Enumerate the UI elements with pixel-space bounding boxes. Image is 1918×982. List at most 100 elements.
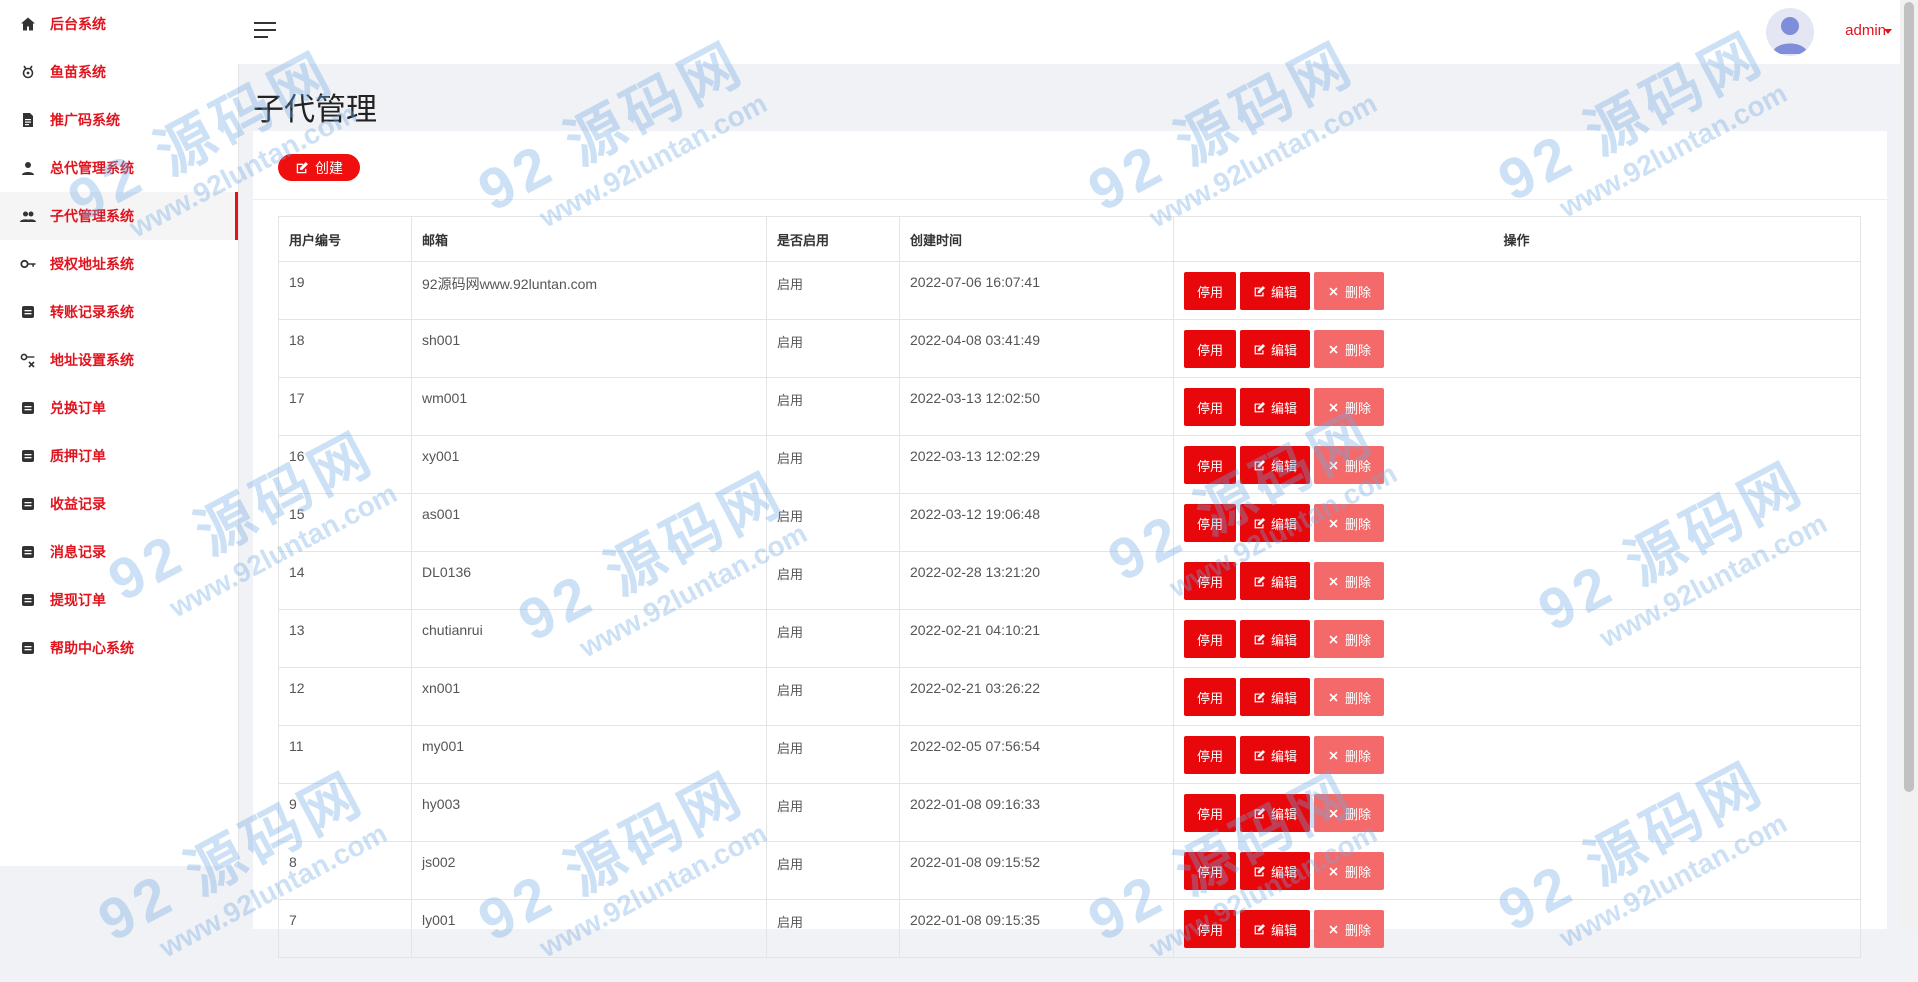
close-icon: [1329, 750, 1338, 760]
disable-button[interactable]: 停用: [1184, 910, 1237, 948]
cell-created: 2022-02-21 03:26:22: [899, 667, 1174, 726]
delete-button[interactable]: 删除: [1314, 272, 1385, 310]
edit-button[interactable]: 编辑: [1240, 910, 1311, 948]
page-title: 子代管理: [253, 92, 377, 127]
edit-button[interactable]: 编辑: [1240, 852, 1311, 890]
disable-button[interactable]: 停用: [1184, 504, 1237, 542]
edit-button[interactable]: 编辑: [1240, 736, 1311, 774]
sidebar-item-12[interactable]: 提现订单: [0, 576, 238, 624]
edit-button-label: 编辑: [1271, 632, 1298, 648]
close-icon: [1329, 866, 1338, 876]
cell-created: 2022-03-13 12:02:29: [899, 435, 1174, 494]
delete-button-label: 删除: [1345, 690, 1372, 706]
create-button[interactable]: 创建: [278, 154, 360, 181]
sidebar-item-0[interactable]: 后台系统: [0, 0, 238, 48]
edit-button[interactable]: 编辑: [1240, 388, 1311, 426]
sub-agent-table: 用户编号 邮箱 是否启用 创建时间 操作 19 92源码网www.92luntan…: [278, 216, 1861, 958]
disable-button[interactable]: 停用: [1184, 272, 1237, 310]
table-row: 14 DL0136 启用 2022-02-28 13:21:20 停用 编辑 删除: [278, 551, 1861, 610]
cell-id: 19: [278, 261, 412, 320]
disable-button[interactable]: 停用: [1184, 330, 1237, 368]
disable-button[interactable]: 停用: [1184, 852, 1237, 890]
disable-button[interactable]: 停用: [1184, 446, 1237, 484]
table-row: 13 chutianrui 启用 2022-02-21 04:10:21 停用 编辑 删除: [278, 609, 1861, 668]
cell-created: 2022-07-06 16:07:41: [899, 261, 1174, 320]
sidebar-item-9[interactable]: 质押订单: [0, 432, 238, 480]
chevron-down-icon[interactable]: [1884, 29, 1892, 34]
delete-button[interactable]: 删除: [1314, 330, 1385, 368]
delete-button[interactable]: 删除: [1314, 678, 1385, 716]
list-icon: [20, 640, 36, 656]
cell-actions: 停用 编辑 删除: [1173, 261, 1861, 320]
scrollbar-thumb[interactable]: [1904, 2, 1914, 792]
delete-button[interactable]: 删除: [1314, 388, 1385, 426]
edit-button[interactable]: 编辑: [1240, 794, 1311, 832]
cell-enabled: 启用: [766, 551, 900, 610]
cell-actions: 停用 编辑 删除: [1173, 377, 1861, 436]
disable-button[interactable]: 停用: [1184, 562, 1237, 600]
delete-button[interactable]: 删除: [1314, 446, 1385, 484]
disable-button[interactable]: 停用: [1184, 388, 1237, 426]
sidebar-item-2[interactable]: 推广码系统: [0, 96, 238, 144]
delete-button[interactable]: 删除: [1314, 736, 1385, 774]
sidebar-item-5[interactable]: 授权地址系统: [0, 240, 238, 288]
cell-id: 12: [278, 667, 412, 726]
avatar[interactable]: [1766, 8, 1814, 56]
disable-button[interactable]: 停用: [1184, 736, 1237, 774]
edit-icon: [1254, 575, 1266, 586]
close-icon: [1329, 576, 1338, 586]
edit-button-label: 编辑: [1271, 748, 1298, 764]
sidebar-item-label: 消息记录: [50, 544, 106, 560]
edit-button[interactable]: 编辑: [1240, 272, 1311, 310]
delete-button[interactable]: 删除: [1314, 620, 1385, 658]
edit-button[interactable]: 编辑: [1240, 562, 1311, 600]
page-scrollbar[interactable]: [1900, 0, 1918, 929]
disable-button[interactable]: 停用: [1184, 620, 1237, 658]
document-icon: [20, 112, 36, 128]
cell-actions: 停用 编辑 删除: [1173, 609, 1861, 668]
sidebar-item-8[interactable]: 兑换订单: [0, 384, 238, 432]
menu-toggle-icon[interactable]: [254, 22, 276, 40]
edit-button[interactable]: 编辑: [1240, 446, 1311, 484]
cell-enabled: 启用: [766, 783, 900, 842]
sidebar-item-3[interactable]: 总代管理系统: [0, 144, 238, 192]
home-icon: [20, 16, 36, 32]
cell-email: wm001: [411, 377, 767, 436]
sidebar-item-10[interactable]: 收益记录: [0, 480, 238, 528]
cell-id: 16: [278, 435, 412, 494]
sidebar-item-11[interactable]: 消息记录: [0, 528, 238, 576]
delete-button[interactable]: 删除: [1314, 852, 1385, 890]
cell-email: hy003: [411, 783, 767, 842]
sidebar-item-13[interactable]: 帮助中心系统: [0, 624, 238, 672]
delete-button[interactable]: 删除: [1314, 504, 1385, 542]
table-row: 11 my001 启用 2022-02-05 07:56:54 停用 编辑 删除: [278, 725, 1861, 784]
cell-email: xn001: [411, 667, 767, 726]
delete-button[interactable]: 删除: [1314, 910, 1385, 948]
sidebar-item-1[interactable]: 鱼苗系统: [0, 48, 238, 96]
sidebar-item-6[interactable]: 转账记录系统: [0, 288, 238, 336]
edit-button[interactable]: 编辑: [1240, 504, 1311, 542]
delete-button-label: 删除: [1345, 458, 1372, 474]
disable-button[interactable]: 停用: [1184, 678, 1237, 716]
disable-button-label: 停用: [1197, 342, 1224, 358]
sidebar-item-4[interactable]: 子代管理系统: [0, 192, 238, 240]
edit-icon: [1254, 343, 1266, 354]
table-row: 16 xy001 启用 2022-03-13 12:02:29 停用 编辑 删除: [278, 435, 1861, 494]
edit-button-label: 编辑: [1271, 864, 1298, 880]
sidebar: 后台系统 鱼苗系统 推广码系统 总代管理系统 子代管理系统 授权地址系统 转账记录系统地址设…: [0, 0, 239, 866]
delete-button[interactable]: 删除: [1314, 562, 1385, 600]
delete-button[interactable]: 删除: [1314, 794, 1385, 832]
sidebar-item-7[interactable]: 地址设置系统: [0, 336, 238, 384]
list-icon: [20, 448, 36, 464]
edit-button[interactable]: 编辑: [1240, 330, 1311, 368]
cell-actions: 停用 编辑 删除: [1173, 667, 1861, 726]
user-menu[interactable]: admin: [1845, 22, 1886, 39]
key-icon: [20, 256, 36, 272]
cell-email: my001: [411, 725, 767, 784]
edit-button[interactable]: 编辑: [1240, 620, 1311, 658]
disable-button-label: 停用: [1197, 690, 1224, 706]
cell-email: chutianrui: [411, 609, 767, 668]
edit-button[interactable]: 编辑: [1240, 678, 1311, 716]
disable-button[interactable]: 停用: [1184, 794, 1237, 832]
sidebar-item-label: 地址设置系统: [50, 352, 134, 368]
